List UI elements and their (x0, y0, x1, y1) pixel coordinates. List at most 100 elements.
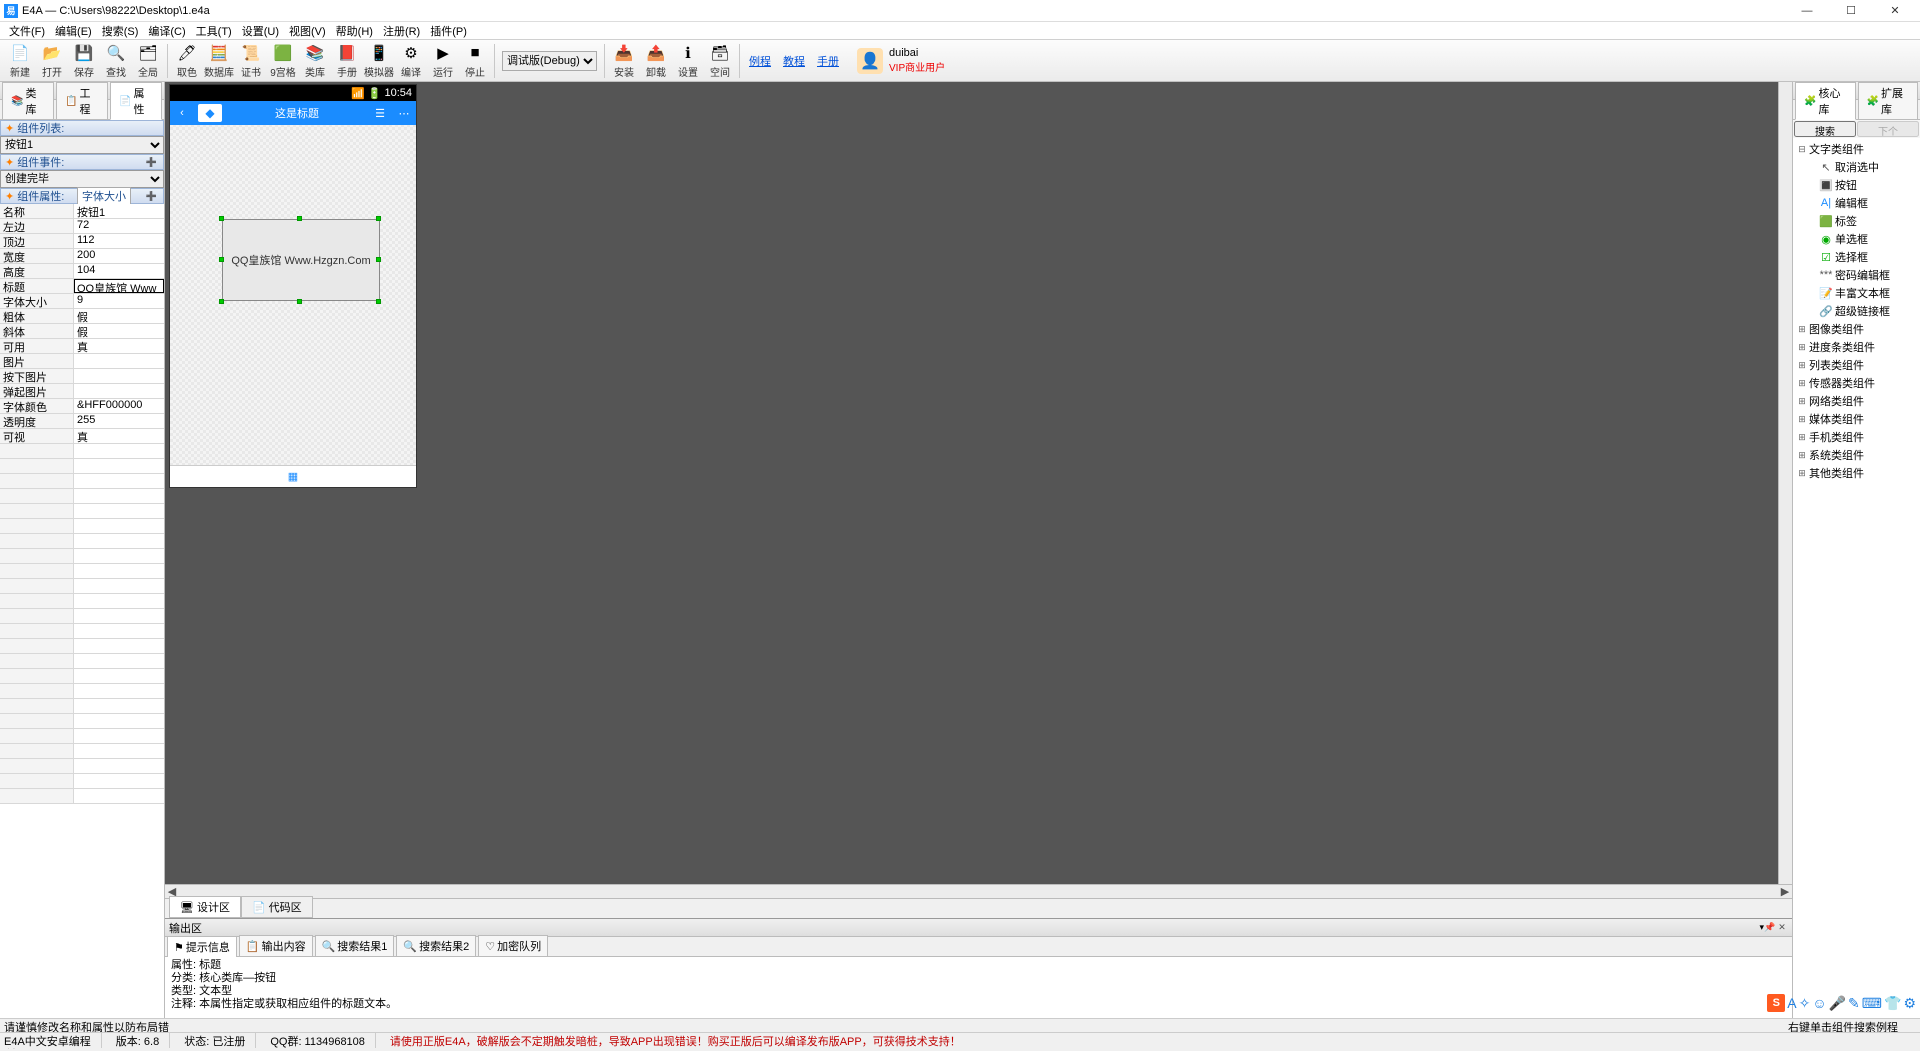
menu-view[interactable]: 视图(V) (284, 21, 331, 41)
tree-item[interactable]: ◉单选框 (1795, 230, 1918, 248)
link-tutorial[interactable]: 教程 (783, 53, 805, 69)
prop-row[interactable]: 透明度255 (0, 414, 164, 429)
tb-数据库[interactable]: 🧮数据库 (203, 41, 235, 81)
otab-search1[interactable]: 🔍搜索结果1 (315, 935, 395, 956)
prop-row[interactable]: 粗体假 (0, 309, 164, 324)
tab-corelib[interactable]: 🧩核心库 (1795, 82, 1856, 120)
tb-设置[interactable]: ℹ设置 (672, 41, 704, 81)
output-body[interactable]: 属性: 标题分类: 核心类库—按钮类型: 文本型注释: 本属性指定或获取相应组件… (165, 957, 1792, 1018)
list-icon[interactable]: ☰ (368, 107, 392, 120)
tb-9宫格[interactable]: 🟩9宫格 (267, 41, 299, 81)
tree-category[interactable]: ⊞列表类组件 (1795, 356, 1918, 374)
more-icon[interactable]: ⋯ (392, 107, 416, 120)
menu-compile[interactable]: 编译(C) (143, 21, 190, 41)
close-button[interactable]: ✕ (1882, 2, 1908, 20)
tree-item[interactable]: ☑选择框 (1795, 248, 1918, 266)
tree-root[interactable]: ⊟文字类组件 (1795, 140, 1918, 158)
menu-tools[interactable]: 工具(T) (191, 21, 237, 41)
center-h-scrollbar[interactable]: ◀▶ (165, 884, 1792, 898)
tb-运行[interactable]: ▶运行 (427, 41, 459, 81)
tree-category[interactable]: ⊞系统类组件 (1795, 446, 1918, 464)
property-grid[interactable]: 名称按钮1左边72顶边112宽度200高度104标题QQ皇族馆 Www字体大小9… (0, 204, 164, 1018)
tree-category[interactable]: ⊞媒体类组件 (1795, 410, 1918, 428)
prop-row[interactable]: 图片 (0, 354, 164, 369)
component-select[interactable]: 按钮1 (0, 136, 164, 154)
tree-category[interactable]: ⊞网络类组件 (1795, 392, 1918, 410)
prop-row[interactable]: 可视真 (0, 429, 164, 444)
font-size-btn[interactable]: 字体大小 (77, 187, 131, 205)
prop-row[interactable]: 宽度200 (0, 249, 164, 264)
tree-item[interactable]: 📝丰富文本框 (1795, 284, 1918, 302)
menu-edit[interactable]: 编辑(E) (50, 21, 97, 41)
prop-row[interactable]: 按下图片 (0, 369, 164, 384)
prop-row[interactable]: 可用真 (0, 339, 164, 354)
otab-output[interactable]: 📋输出内容 (239, 935, 313, 956)
tree-item[interactable]: 🔗超级链接框 (1795, 302, 1918, 320)
otab-encrypt[interactable]: ♡加密队列 (478, 935, 548, 956)
next-button[interactable]: 下个 (1857, 121, 1919, 137)
phone-home[interactable]: ▦ (170, 465, 416, 487)
menu-settings[interactable]: 设置(U) (237, 21, 284, 41)
tb-编译[interactable]: ⚙编译 (395, 41, 427, 81)
tb-打开[interactable]: 📂打开 (36, 41, 68, 81)
minimize-button[interactable]: — (1794, 2, 1820, 20)
tb-全局[interactable]: 🗂全局 (132, 41, 164, 81)
tb-空间[interactable]: 🗃空间 (704, 41, 736, 81)
tb-手册[interactable]: 📕手册 (331, 41, 363, 81)
back-icon[interactable]: ‹ (170, 107, 194, 119)
tree-category[interactable]: ⊞传感器类组件 (1795, 374, 1918, 392)
tb-证书[interactable]: 📜证书 (235, 41, 267, 81)
link-examples[interactable]: 例程 (749, 53, 771, 69)
tree-category[interactable]: ⊞其他类组件 (1795, 464, 1918, 482)
otab-hint[interactable]: ⚑提示信息 (167, 936, 237, 957)
prop-row[interactable]: 标题QQ皇族馆 Www (0, 279, 164, 294)
tree-category[interactable]: ⊞图像类组件 (1795, 320, 1918, 338)
center-v-scrollbar[interactable] (1778, 82, 1792, 884)
prop-row[interactable]: 左边72 (0, 219, 164, 234)
tb-保存[interactable]: 💾保存 (68, 41, 100, 81)
prop-row[interactable]: 字体颜色&HFF000000 (0, 399, 164, 414)
design-surface[interactable]: 📶 🔋 10:54 ‹ ◆ 这是标题 ☰ ⋯ (165, 82, 1778, 884)
prop-row[interactable]: 字体大小9 (0, 294, 164, 309)
prop-row[interactable]: 名称按钮1 (0, 204, 164, 219)
prop-row[interactable]: 顶边112 (0, 234, 164, 249)
tab-classlib[interactable]: 📚类库 (2, 82, 54, 119)
menu-help[interactable]: 帮助(H) (331, 21, 378, 41)
link-manual[interactable]: 手册 (817, 53, 839, 69)
tab-design[interactable]: 🖥设计区 (169, 896, 241, 918)
menu-search[interactable]: 搜索(S) (97, 21, 144, 41)
output-pin-icon[interactable]: 📌 (1764, 922, 1776, 934)
tree-item[interactable]: A|编辑框 (1795, 194, 1918, 212)
ime-a-icon[interactable]: A (1787, 995, 1796, 1011)
menu-register[interactable]: 注册(R) (378, 21, 425, 41)
tree-item[interactable]: ↖取消选中 (1795, 158, 1918, 176)
tab-properties[interactable]: 📄属性 (110, 82, 162, 120)
tb-模拟器[interactable]: 📱模拟器 (363, 41, 395, 81)
tb-新建[interactable]: 📄新建 (4, 41, 36, 81)
tb-安装[interactable]: 📥安装 (608, 41, 640, 81)
tb-卸载[interactable]: 📤卸载 (640, 41, 672, 81)
tab-project[interactable]: 📋工程 (56, 82, 108, 119)
component-tree[interactable]: ⊟文字类组件↖取消选中🔳按钮A|编辑框🟩标签◉单选框☑选择框***密码编辑框📝丰… (1793, 138, 1920, 1018)
phone-body[interactable]: QQ皇族馆 Www.Hzgzn.Com (170, 125, 416, 465)
prop-row[interactable]: 高度104 (0, 264, 164, 279)
menu-plugins[interactable]: 插件(P) (425, 21, 472, 41)
tab-code[interactable]: 📄代码区 (241, 896, 313, 918)
tb-类库[interactable]: 📚类库 (299, 41, 331, 81)
menu-file[interactable]: 文件(F) (4, 21, 50, 41)
tb-取色[interactable]: 🖊取色 (171, 41, 203, 81)
build-mode-combo[interactable]: 调试版(Debug) (502, 51, 597, 71)
tb-停止[interactable]: ■停止 (459, 41, 491, 81)
design-button[interactable]: QQ皇族馆 Www.Hzgzn.Com (222, 219, 380, 301)
event-add-icon[interactable]: ➕ (144, 157, 159, 168)
output-close-icon[interactable]: ✕ (1776, 922, 1788, 934)
tree-category[interactable]: ⊞手机类组件 (1795, 428, 1918, 446)
maximize-button[interactable]: ☐ (1838, 2, 1864, 20)
prop-row[interactable]: 斜体假 (0, 324, 164, 339)
tree-item[interactable]: 🟩标签 (1795, 212, 1918, 230)
prop-row[interactable]: 弹起图片 (0, 384, 164, 399)
ime-s-icon[interactable]: S (1767, 994, 1785, 1012)
prop-add-icon[interactable]: ➕ (144, 191, 159, 202)
tree-item[interactable]: 🔳按钮 (1795, 176, 1918, 194)
tab-extlib[interactable]: 🧩扩展库 (1858, 82, 1919, 119)
